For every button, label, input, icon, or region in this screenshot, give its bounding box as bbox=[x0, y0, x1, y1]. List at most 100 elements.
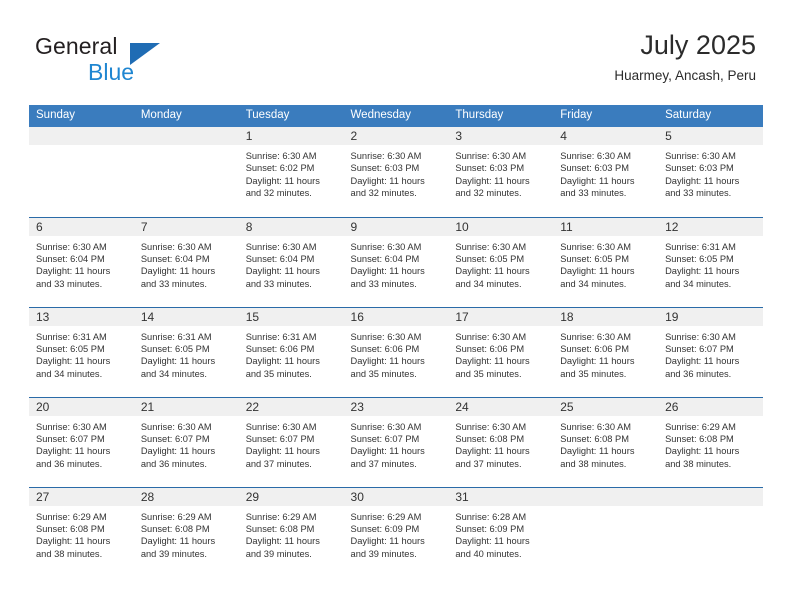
calendar-day-cell[interactable]: 3 Sunrise: 6:30 AM Sunset: 6:03 PM Daylight… bbox=[448, 127, 554, 217]
sunset-text: Sunset: 6:04 PM bbox=[36, 253, 105, 264]
calendar-day-cell[interactable]: 5 Sunrise: 6:30 AM Sunset: 6:03 PM Daylight… bbox=[658, 127, 763, 217]
calendar-day-cell[interactable]: 13 Sunrise: 6:31 AM Sunset: 6:05 PM Dayligh… bbox=[29, 306, 134, 397]
calendar-day-cell[interactable]: 29 Sunrise: 6:29 AM Sunset: 6:08 PM Dayligh… bbox=[238, 486, 344, 577]
day-cell-inner: 18 Sunrise: 6:30 AM Sunset: 6:06 PM Dayligh… bbox=[553, 307, 659, 397]
day-cell-inner: 3 Sunrise: 6:30 AM Sunset: 6:03 PM Daylight… bbox=[448, 127, 554, 216]
sunrise-text: Sunrise: 6:30 AM bbox=[455, 151, 527, 161]
brand-logo[interactable]: General Blue bbox=[35, 33, 255, 89]
daylight-text: Daylight: 11 hours and 38 minutes. bbox=[560, 446, 635, 469]
calendar-day-cell[interactable]: 25 Sunrise: 6:30 AM Sunset: 6:08 PM Dayligh… bbox=[553, 396, 659, 487]
sunset-text: Sunset: 6:03 PM bbox=[455, 163, 525, 174]
day-details: Sunrise: 6:30 AM Sunset: 6:07 PM Daylight:… bbox=[134, 416, 239, 471]
sunset-text: Sunset: 6:08 PM bbox=[36, 523, 105, 534]
calendar-day-cell[interactable]: 17 Sunrise: 6:30 AM Sunset: 6:06 PM Dayligh… bbox=[448, 306, 554, 397]
calendar-day-cell[interactable]: 31 Sunrise: 6:28 AM Sunset: 6:09 PM Dayligh… bbox=[448, 486, 554, 577]
daylight-text: Daylight: 11 hours and 39 minutes. bbox=[140, 536, 216, 559]
calendar-day-cell[interactable]: 2 Sunrise: 6:30 AM Sunset: 6:03 PM Daylight… bbox=[343, 127, 449, 217]
daylight-text: Daylight: 11 hours and 34 minutes. bbox=[140, 356, 216, 379]
sunset-text: Sunset: 6:03 PM bbox=[665, 163, 734, 174]
sunrise-text: Sunrise: 6:29 AM bbox=[665, 421, 736, 432]
calendar-week-row: 1 Sunrise: 6:30 AM Sunset: 6:02 PM Daylight… bbox=[29, 127, 763, 217]
day-cell-inner: 8 Sunrise: 6:30 AM Sunset: 6:04 PM Daylight… bbox=[238, 217, 344, 307]
day-number: 3 bbox=[448, 127, 554, 145]
sunset-text: Sunset: 6:05 PM bbox=[560, 253, 629, 264]
day-cell-inner: 23 Sunrise: 6:30 AM Sunset: 6:07 PM Dayligh… bbox=[343, 397, 449, 487]
sunrise-text: Sunrise: 6:31 AM bbox=[36, 331, 107, 342]
day-cell-inner: 6 Sunrise: 6:30 AM Sunset: 6:04 PM Daylight… bbox=[29, 217, 134, 307]
sunset-text: Sunset: 6:07 PM bbox=[36, 433, 105, 444]
daylight-text: Daylight: 11 hours and 36 minutes. bbox=[140, 446, 216, 469]
sunrise-text: Sunrise: 6:30 AM bbox=[140, 421, 212, 432]
calendar-day-cell[interactable]: 15 Sunrise: 6:31 AM Sunset: 6:06 PM Dayligh… bbox=[238, 306, 344, 397]
day-details: Sunrise: 6:30 AM Sunset: 6:04 PM Daylight:… bbox=[29, 236, 134, 291]
day-details: Sunrise: 6:30 AM Sunset: 6:03 PM Daylight:… bbox=[553, 145, 658, 200]
sunset-text: Sunset: 6:07 PM bbox=[140, 433, 210, 444]
day-number: 22 bbox=[238, 397, 344, 416]
day-number: 10 bbox=[448, 217, 554, 236]
calendar-day-cell[interactable]: 24 Sunrise: 6:30 AM Sunset: 6:08 PM Dayligh… bbox=[448, 396, 554, 487]
calendar-day-cell[interactable]: 16 Sunrise: 6:30 AM Sunset: 6:06 PM Dayligh… bbox=[343, 306, 449, 397]
day-cell-inner: 30 Sunrise: 6:29 AM Sunset: 6:09 PM Dayligh… bbox=[343, 487, 449, 577]
sunrise-text: Sunrise: 6:30 AM bbox=[455, 241, 527, 252]
calendar-day-cell[interactable]: 23 Sunrise: 6:30 AM Sunset: 6:07 PM Dayligh… bbox=[343, 396, 449, 487]
day-details: Sunrise: 6:28 AM Sunset: 6:09 PM Daylight:… bbox=[448, 506, 553, 561]
day-number: 9 bbox=[343, 217, 449, 236]
day-cell-inner: 21 Sunrise: 6:30 AM Sunset: 6:07 PM Dayligh… bbox=[133, 397, 239, 487]
calendar-day-cell[interactable]: 30 Sunrise: 6:29 AM Sunset: 6:09 PM Dayligh… bbox=[343, 486, 449, 577]
day-cell-inner: 19 Sunrise: 6:30 AM Sunset: 6:07 PM Dayligh… bbox=[658, 307, 763, 397]
calendar-day-cell[interactable]: 22 Sunrise: 6:30 AM Sunset: 6:07 PM Dayligh… bbox=[238, 396, 344, 487]
calendar-day-cell[interactable]: 10 Sunrise: 6:30 AM Sunset: 6:05 PM Dayligh… bbox=[448, 216, 554, 307]
calendar-day-cell[interactable]: 7 Sunrise: 6:30 AM Sunset: 6:04 PM Daylight… bbox=[133, 216, 239, 307]
day-number: 23 bbox=[343, 397, 449, 416]
day-number: 2 bbox=[343, 127, 449, 145]
day-number: 12 bbox=[658, 217, 763, 236]
calendar-day-cell[interactable]: 12 Sunrise: 6:31 AM Sunset: 6:05 PM Dayligh… bbox=[658, 216, 763, 307]
day-number: 18 bbox=[553, 307, 659, 326]
day-number bbox=[658, 487, 763, 506]
calendar-day-cell[interactable]: 4 Sunrise: 6:30 AM Sunset: 6:03 PM Daylight… bbox=[553, 127, 659, 217]
calendar-day-cell[interactable]: 1 Sunrise: 6:30 AM Sunset: 6:02 PM Daylight… bbox=[238, 127, 344, 217]
calendar-table: Sunday Monday Tuesday Wednesday Thursday… bbox=[29, 105, 763, 577]
brand-name-blue: Blue bbox=[88, 59, 135, 85]
calendar-day-cell[interactable]: 18 Sunrise: 6:30 AM Sunset: 6:06 PM Dayligh… bbox=[553, 306, 659, 397]
sunset-text: Sunset: 6:08 PM bbox=[140, 523, 210, 534]
sunrise-text: Sunrise: 6:30 AM bbox=[350, 151, 422, 161]
day-details: Sunrise: 6:30 AM Sunset: 6:06 PM Daylight:… bbox=[344, 326, 449, 381]
day-number: 26 bbox=[658, 397, 763, 416]
sunset-text: Sunset: 6:07 PM bbox=[350, 433, 420, 444]
calendar-day-cell[interactable]: 6 Sunrise: 6:30 AM Sunset: 6:04 PM Daylight… bbox=[29, 216, 134, 307]
sunrise-text: Sunrise: 6:30 AM bbox=[245, 151, 317, 161]
day-cell-inner: 31 Sunrise: 6:28 AM Sunset: 6:09 PM Dayligh… bbox=[448, 487, 554, 577]
sunset-text: Sunset: 6:08 PM bbox=[455, 433, 525, 444]
calendar-week-row: 27 Sunrise: 6:29 AM Sunset: 6:08 PM Dayligh… bbox=[29, 486, 763, 577]
sunset-text: Sunset: 6:06 PM bbox=[455, 343, 525, 354]
sunrise-text: Sunrise: 6:31 AM bbox=[245, 331, 317, 342]
day-cell-inner: 25 Sunrise: 6:30 AM Sunset: 6:08 PM Dayligh… bbox=[553, 397, 659, 487]
day-details: Sunrise: 6:30 AM Sunset: 6:02 PM Daylight:… bbox=[239, 145, 344, 200]
day-number: 14 bbox=[133, 307, 239, 326]
sunrise-text: Sunrise: 6:30 AM bbox=[560, 151, 632, 161]
calendar-day-cell[interactable]: 8 Sunrise: 6:30 AM Sunset: 6:04 PM Daylight… bbox=[238, 216, 344, 307]
day-cell-inner: 4 Sunrise: 6:30 AM Sunset: 6:03 PM Daylight… bbox=[553, 127, 659, 216]
daylight-text: Daylight: 11 hours and 35 minutes. bbox=[350, 356, 425, 379]
calendar-day-cell[interactable]: 20 Sunrise: 6:30 AM Sunset: 6:07 PM Dayligh… bbox=[29, 396, 134, 487]
calendar-day-cell[interactable]: 21 Sunrise: 6:30 AM Sunset: 6:07 PM Dayligh… bbox=[133, 396, 239, 487]
calendar-day-cell[interactable]: 19 Sunrise: 6:30 AM Sunset: 6:07 PM Dayligh… bbox=[658, 306, 763, 397]
calendar-day-cell[interactable]: 14 Sunrise: 6:31 AM Sunset: 6:05 PM Dayligh… bbox=[133, 306, 239, 397]
day-details: Sunrise: 6:30 AM Sunset: 6:04 PM Daylight:… bbox=[134, 236, 239, 291]
calendar-day-cell[interactable]: 28 Sunrise: 6:29 AM Sunset: 6:08 PM Dayligh… bbox=[133, 486, 239, 577]
sunset-text: Sunset: 6:07 PM bbox=[665, 343, 734, 354]
calendar-day-cell[interactable]: 26 Sunrise: 6:29 AM Sunset: 6:08 PM Dayligh… bbox=[658, 396, 763, 487]
sunset-text: Sunset: 6:07 PM bbox=[245, 433, 315, 444]
day-number: 1 bbox=[238, 127, 344, 145]
day-details: Sunrise: 6:31 AM Sunset: 6:06 PM Daylight:… bbox=[239, 326, 344, 381]
calendar-day-cell[interactable]: 27 Sunrise: 6:29 AM Sunset: 6:08 PM Dayligh… bbox=[29, 486, 134, 577]
calendar-week-row: 6 Sunrise: 6:30 AM Sunset: 6:04 PM Daylight… bbox=[29, 216, 763, 307]
weekday-header-row: Sunday Monday Tuesday Wednesday Thursday… bbox=[29, 105, 763, 127]
calendar-day-cell[interactable]: 9 Sunrise: 6:30 AM Sunset: 6:04 PM Daylight… bbox=[343, 216, 449, 307]
day-number: 7 bbox=[133, 217, 239, 236]
day-number: 15 bbox=[238, 307, 344, 326]
day-cell-inner bbox=[553, 487, 659, 577]
day-number: 30 bbox=[343, 487, 449, 506]
calendar-day-cell[interactable]: 11 Sunrise: 6:30 AM Sunset: 6:05 PM Dayligh… bbox=[553, 216, 659, 307]
